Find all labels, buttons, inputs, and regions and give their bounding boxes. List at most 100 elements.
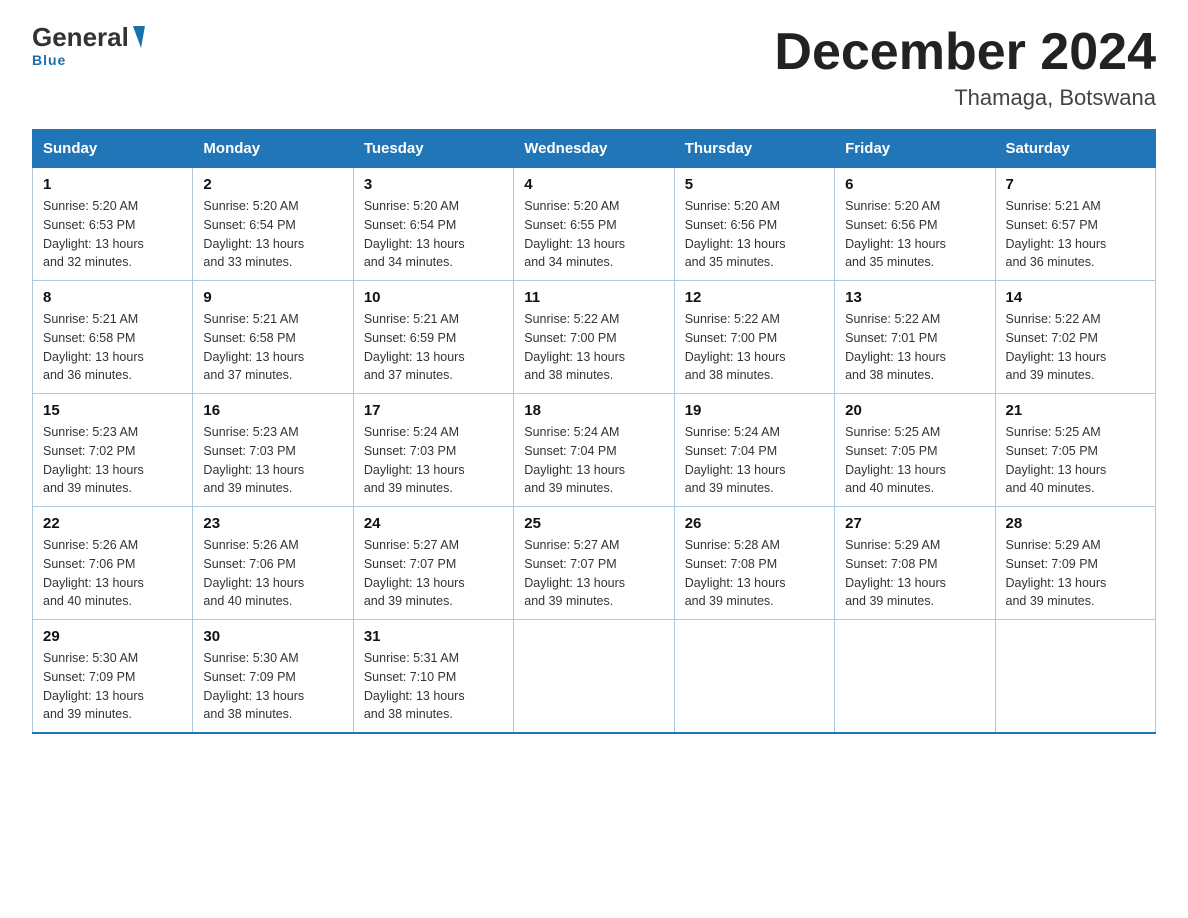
calendar-cell: 30Sunrise: 5:30 AMSunset: 7:09 PMDayligh… [193,620,353,734]
calendar-title: December 2024 [774,24,1156,81]
calendar-cell: 4 Sunrise: 5:20 AMSunset: 6:55 PMDaylight… [514,168,674,281]
calendar-cell: 29 Sunrise: 5:30 AMSunset: 7:09 PMDayligh… [33,620,193,734]
day-number: 1 [43,176,182,193]
calendar-cell: 9Sunrise: 5:21 AMSunset: 6:58 PMDaylight… [193,281,353,394]
day-number: 4 [524,176,663,193]
calendar-cell [674,620,834,734]
calendar-cell: 17Sunrise: 5:24 AMSunset: 7:03 PMDayligh… [353,394,513,507]
day-number: 28 [1006,515,1145,532]
calendar-cell: 31Sunrise: 5:31 AMSunset: 7:10 PMDayligh… [353,620,513,734]
day-info: Sunrise: 5:20 AMSunset: 6:56 PMDaylight:… [845,197,984,272]
calendar-cell: 21 Sunrise: 5:25 AMSunset: 7:05 PMDayligh… [995,394,1155,507]
week-row-3: 15Sunrise: 5:23 AMSunset: 7:02 PMDayligh… [33,394,1156,507]
day-info: Sunrise: 5:24 AMSunset: 7:03 PMDaylight:… [364,423,503,498]
calendar-cell: 24 Sunrise: 5:27 AMSunset: 7:07 PMDayligh… [353,507,513,620]
logo-blue: Blue [32,52,66,68]
calendar-cell: 18 Sunrise: 5:24 AMSunset: 7:04 PMDayligh… [514,394,674,507]
day-info: Sunrise: 5:22 AMSunset: 7:01 PMDaylight:… [845,310,984,385]
calendar-cell [514,620,674,734]
day-info: Sunrise: 5:23 AMSunset: 7:03 PMDaylight:… [203,423,342,498]
calendar-cell [835,620,995,734]
day-info: Sunrise: 5:22 AMSunset: 7:02 PMDaylight:… [1006,310,1145,385]
calendar-cell: 2Sunrise: 5:20 AMSunset: 6:54 PMDaylight… [193,168,353,281]
day-info: Sunrise: 5:30 AMSunset: 7:09 PMDaylight:… [203,649,342,724]
page-header: General Blue December 2024 Thamaga, Bots… [32,24,1156,111]
calendar-cell: 28 Sunrise: 5:29 AMSunset: 7:09 PMDayligh… [995,507,1155,620]
day-info: Sunrise: 5:28 AMSunset: 7:08 PMDaylight:… [685,536,824,611]
day-number: 22 [43,515,182,532]
calendar-cell: 7 Sunrise: 5:21 AMSunset: 6:57 PMDaylight… [995,168,1155,281]
calendar-cell: 12Sunrise: 5:22 AMSunset: 7:00 PMDayligh… [674,281,834,394]
day-info: Sunrise: 5:25 AMSunset: 7:05 PMDaylight:… [845,423,984,498]
day-number: 15 [43,402,182,419]
header-day-friday: Friday [835,130,995,168]
calendar-body: 1 Sunrise: 5:20 AMSunset: 6:53 PMDaylight… [33,168,1156,734]
day-number: 6 [845,176,984,193]
day-number: 27 [845,515,984,532]
day-number: 14 [1006,289,1145,306]
calendar-table: SundayMondayTuesdayWednesdayThursdayFrid… [32,129,1156,734]
day-info: Sunrise: 5:20 AMSunset: 6:54 PMDaylight:… [364,197,503,272]
calendar-cell: 1 Sunrise: 5:20 AMSunset: 6:53 PMDaylight… [33,168,193,281]
day-info: Sunrise: 5:20 AMSunset: 6:54 PMDaylight:… [203,197,342,272]
week-row-2: 8 Sunrise: 5:21 AMSunset: 6:58 PMDaylight… [33,281,1156,394]
day-info: Sunrise: 5:29 AMSunset: 7:08 PMDaylight:… [845,536,984,611]
day-info: Sunrise: 5:21 AMSunset: 6:59 PMDaylight:… [364,310,503,385]
day-number: 9 [203,289,342,306]
day-number: 26 [685,515,824,532]
day-info: Sunrise: 5:27 AMSunset: 7:07 PMDaylight:… [364,536,503,611]
day-number: 3 [364,176,503,193]
day-info: Sunrise: 5:31 AMSunset: 7:10 PMDaylight:… [364,649,503,724]
day-number: 11 [524,289,663,306]
header-day-saturday: Saturday [995,130,1155,168]
day-number: 8 [43,289,182,306]
calendar-cell: 11 Sunrise: 5:22 AMSunset: 7:00 PMDayligh… [514,281,674,394]
logo-text: General [32,24,143,50]
calendar-header: SundayMondayTuesdayWednesdayThursdayFrid… [33,130,1156,168]
day-info: Sunrise: 5:27 AMSunset: 7:07 PMDaylight:… [524,536,663,611]
calendar-cell: 10Sunrise: 5:21 AMSunset: 6:59 PMDayligh… [353,281,513,394]
day-info: Sunrise: 5:25 AMSunset: 7:05 PMDaylight:… [1006,423,1145,498]
calendar-cell: 20 Sunrise: 5:25 AMSunset: 7:05 PMDayligh… [835,394,995,507]
header-day-monday: Monday [193,130,353,168]
header-day-sunday: Sunday [33,130,193,168]
day-info: Sunrise: 5:21 AMSunset: 6:58 PMDaylight:… [43,310,182,385]
day-info: Sunrise: 5:30 AMSunset: 7:09 PMDaylight:… [43,649,182,724]
day-number: 24 [364,515,503,532]
calendar-cell: 3 Sunrise: 5:20 AMSunset: 6:54 PMDaylight… [353,168,513,281]
logo-general: General [32,24,129,50]
day-info: Sunrise: 5:20 AMSunset: 6:53 PMDaylight:… [43,197,182,272]
day-number: 20 [845,402,984,419]
day-info: Sunrise: 5:20 AMSunset: 6:55 PMDaylight:… [524,197,663,272]
calendar-cell: 19Sunrise: 5:24 AMSunset: 7:04 PMDayligh… [674,394,834,507]
calendar-cell: 15Sunrise: 5:23 AMSunset: 7:02 PMDayligh… [33,394,193,507]
header-row: SundayMondayTuesdayWednesdayThursdayFrid… [33,130,1156,168]
logo-arrow-icon [129,26,145,48]
day-number: 19 [685,402,824,419]
day-number: 29 [43,628,182,645]
day-info: Sunrise: 5:21 AMSunset: 6:57 PMDaylight:… [1006,197,1145,272]
day-number: 25 [524,515,663,532]
day-number: 13 [845,289,984,306]
week-row-4: 22Sunrise: 5:26 AMSunset: 7:06 PMDayligh… [33,507,1156,620]
header-day-thursday: Thursday [674,130,834,168]
week-row-5: 29 Sunrise: 5:30 AMSunset: 7:09 PMDayligh… [33,620,1156,734]
day-info: Sunrise: 5:29 AMSunset: 7:09 PMDaylight:… [1006,536,1145,611]
day-number: 23 [203,515,342,532]
calendar-cell: 6 Sunrise: 5:20 AMSunset: 6:56 PMDaylight… [835,168,995,281]
day-number: 7 [1006,176,1145,193]
header-day-wednesday: Wednesday [514,130,674,168]
title-block: December 2024 Thamaga, Botswana [774,24,1156,111]
calendar-cell: 27 Sunrise: 5:29 AMSunset: 7:08 PMDayligh… [835,507,995,620]
day-info: Sunrise: 5:22 AMSunset: 7:00 PMDaylight:… [524,310,663,385]
day-info: Sunrise: 5:20 AMSunset: 6:56 PMDaylight:… [685,197,824,272]
day-number: 12 [685,289,824,306]
calendar-cell: 14 Sunrise: 5:22 AMSunset: 7:02 PMDayligh… [995,281,1155,394]
week-row-1: 1 Sunrise: 5:20 AMSunset: 6:53 PMDaylight… [33,168,1156,281]
day-number: 18 [524,402,663,419]
day-info: Sunrise: 5:24 AMSunset: 7:04 PMDaylight:… [524,423,663,498]
calendar-cell: 16Sunrise: 5:23 AMSunset: 7:03 PMDayligh… [193,394,353,507]
calendar-cell: 13 Sunrise: 5:22 AMSunset: 7:01 PMDayligh… [835,281,995,394]
header-day-tuesday: Tuesday [353,130,513,168]
day-number: 21 [1006,402,1145,419]
